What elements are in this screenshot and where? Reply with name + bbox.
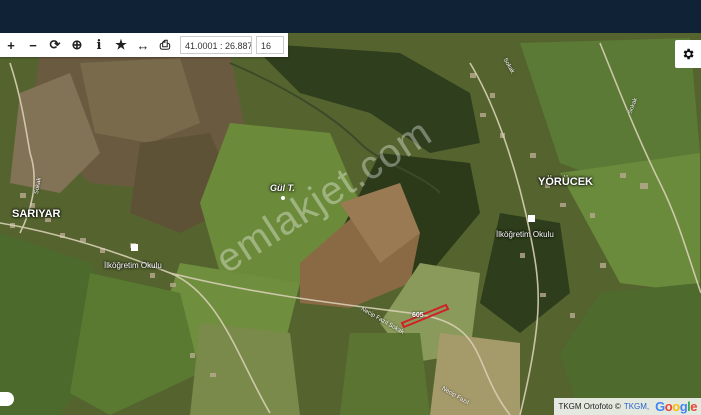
zoom-level-field[interactable]: 16 (256, 36, 284, 54)
side-panel-handle[interactable] (0, 392, 14, 406)
place-label-gul-tepe: Gül T. (270, 183, 295, 193)
zoom-out-button[interactable]: − (22, 33, 44, 57)
attribution-text: TKGM Ortofoto © (558, 402, 621, 411)
refresh-icon: ⟳ (49, 37, 61, 52)
print-button[interactable]: ⎙ (154, 33, 176, 57)
place-label-sariyar: SARIYAR (12, 208, 61, 220)
top-header-bar (0, 0, 701, 33)
locate-button[interactable]: ⊕ (66, 33, 88, 57)
favorite-button[interactable]: ★ (110, 33, 132, 57)
google-logo[interactable]: Google (655, 399, 697, 414)
attribution-link[interactable]: TKGM, (624, 402, 649, 411)
settings-button[interactable] (675, 40, 701, 68)
measure-button[interactable]: ↔ (132, 33, 154, 57)
refresh-button[interactable]: ⟳ (44, 33, 66, 57)
parcel-number-label[interactable]: 605 (412, 312, 424, 319)
zoom-out-icon: − (29, 37, 37, 53)
zoom-in-icon: + (7, 37, 15, 53)
gear-icon (683, 48, 694, 60)
coordinate-field[interactable]: 41.0001 : 26.8874 (180, 36, 252, 54)
map-attribution: TKGM Ortofoto © TKGM, Google (554, 398, 701, 415)
satellite-map[interactable]: emlakjet.com SARIYAR YÖRÜCEK Gül T. İlkö… (0, 33, 701, 415)
poi-label-school-left: İlköğretim Okulu (104, 261, 162, 270)
star-icon: ★ (115, 37, 127, 52)
info-icon: i (96, 37, 102, 53)
crosshair-icon: ⊕ (71, 37, 83, 52)
print-icon: ⎙ (159, 37, 171, 53)
poi-label-school-right: İlköğretim Okulu (496, 230, 554, 239)
zoom-in-button[interactable]: + (0, 33, 22, 57)
place-label-yorucek: YÖRÜCEK (538, 176, 594, 188)
satellite-imagery (0, 33, 701, 415)
measure-icon: ↔ (136, 37, 150, 53)
info-button[interactable]: i (88, 33, 110, 57)
map-toolbar: + − ⟳ ⊕ i ★ ↔ ⎙ 41.0001 : 26.8874 16 (0, 33, 288, 57)
